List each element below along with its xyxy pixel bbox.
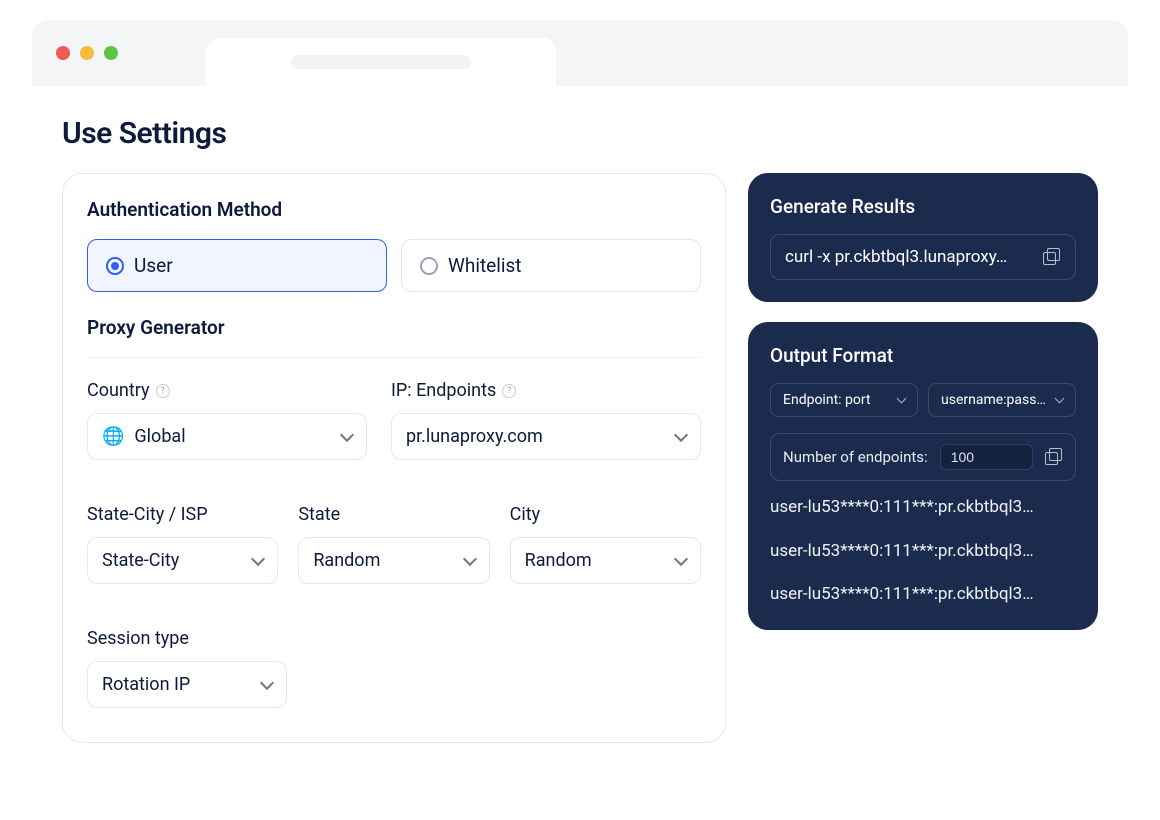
traffic-lights <box>56 46 118 60</box>
radio-icon <box>106 257 124 275</box>
maximize-window-icon[interactable] <box>104 46 118 60</box>
info-icon[interactable]: ? <box>502 384 516 398</box>
auth-radio-group: User Whitelist <box>87 239 701 292</box>
app-window: Use Settings Authentication Method User … <box>32 20 1128 800</box>
city-select[interactable]: Random <box>510 537 701 584</box>
minimize-window-icon[interactable] <box>80 46 94 60</box>
output-format-card: Output Format Endpoint: port username:pa… <box>748 322 1098 630</box>
field-state-city-isp: State-City / ISP State-City <box>87 504 278 584</box>
results-heading: Generate Results <box>770 195 1076 218</box>
state-value: Random <box>313 550 380 571</box>
chevron-down-icon <box>674 551 688 565</box>
endpoints-select[interactable]: pr.lunaproxy.com <box>391 413 701 460</box>
field-country: Country ? 🌐 Global <box>87 380 367 460</box>
browser-tab[interactable] <box>206 38 556 86</box>
state-city-isp-value: State-City <box>102 550 179 571</box>
list-item: user-lu53****0:111***:pr.ckbtbql3… <box>770 495 1076 521</box>
endpoints-value: pr.lunaproxy.com <box>406 426 543 447</box>
content-area: Use Settings Authentication Method User … <box>32 86 1128 800</box>
results-command: curl -x pr.ckbtbql3.lunaproxy… <box>785 247 1033 267</box>
chevron-down-icon <box>674 427 688 441</box>
state-city-isp-select[interactable]: State-City <box>87 537 278 584</box>
settings-card: Authentication Method User Whitelist Pro… <box>62 173 726 743</box>
tab-title-skeleton <box>291 55 471 69</box>
session-value: Rotation IP <box>102 674 190 695</box>
country-value: Global <box>134 426 185 447</box>
globe-icon: 🌐 <box>102 426 124 447</box>
endpoints-label-text: IP: Endpoints <box>391 380 496 401</box>
city-label: City <box>510 504 701 525</box>
columns: Authentication Method User Whitelist Pro… <box>62 173 1098 743</box>
format-row: Endpoint: port username:passwor… <box>770 383 1076 417</box>
results-box: curl -x pr.ckbtbql3.lunaproxy… <box>770 234 1076 280</box>
chevron-down-icon <box>1055 394 1065 404</box>
session-label: Session type <box>87 628 287 649</box>
chevron-down-icon <box>340 427 354 441</box>
city-value: Random <box>525 550 592 571</box>
radio-icon <box>420 257 438 275</box>
chevron-down-icon <box>463 551 477 565</box>
titlebar <box>32 20 1128 86</box>
endpoints-count-row: Number of endpoints: <box>770 433 1076 481</box>
format-credentials-select[interactable]: username:passwor… <box>928 383 1076 417</box>
endpoints-count-input[interactable] <box>940 444 1033 470</box>
chevron-down-icon <box>897 394 907 404</box>
output-list: user-lu53****0:111***:pr.ckbtbql3… user-… <box>770 495 1076 608</box>
copy-icon[interactable] <box>1045 448 1063 466</box>
proxy-heading: Proxy Generator <box>87 316 701 358</box>
auth-option-whitelist-label: Whitelist <box>448 254 522 277</box>
list-item: user-lu53****0:111***:pr.ckbtbql3… <box>770 582 1076 608</box>
country-label: Country ? <box>87 380 367 401</box>
format-endpoint-value: Endpoint: port <box>783 392 871 408</box>
country-label-text: Country <box>87 380 150 401</box>
auth-heading: Authentication Method <box>87 198 701 221</box>
list-item: user-lu53****0:111***:pr.ckbtbql3… <box>770 539 1076 565</box>
close-window-icon[interactable] <box>56 46 70 60</box>
auth-option-whitelist[interactable]: Whitelist <box>401 239 701 292</box>
format-credentials-value: username:passwor… <box>941 392 1050 408</box>
page-title: Use Settings <box>62 116 1098 151</box>
proxy-fields: Country ? 🌐 Global <box>87 380 701 708</box>
session-select[interactable]: Rotation IP <box>87 661 287 708</box>
output-heading: Output Format <box>770 344 1076 367</box>
field-city: City Random <box>510 504 701 584</box>
field-endpoints: IP: Endpoints ? pr.lunaproxy.com <box>391 380 701 460</box>
auth-option-user[interactable]: User <box>87 239 387 292</box>
copy-icon[interactable] <box>1043 248 1061 266</box>
endpoints-label: IP: Endpoints ? <box>391 380 701 401</box>
field-state: State Random <box>298 504 489 584</box>
field-session: Session type Rotation IP <box>87 628 287 708</box>
state-label: State <box>298 504 489 525</box>
country-select[interactable]: 🌐 Global <box>87 413 367 460</box>
chevron-down-icon <box>260 675 274 689</box>
endpoints-count-label: Number of endpoints: <box>783 448 928 466</box>
format-endpoint-select[interactable]: Endpoint: port <box>770 383 918 417</box>
info-icon[interactable]: ? <box>156 384 170 398</box>
generate-results-card: Generate Results curl -x pr.ckbtbql3.lun… <box>748 173 1098 302</box>
auth-option-user-label: User <box>134 254 173 277</box>
state-city-isp-label: State-City / ISP <box>87 504 278 525</box>
state-select[interactable]: Random <box>298 537 489 584</box>
chevron-down-icon <box>251 551 265 565</box>
right-column: Generate Results curl -x pr.ckbtbql3.lun… <box>748 173 1098 630</box>
